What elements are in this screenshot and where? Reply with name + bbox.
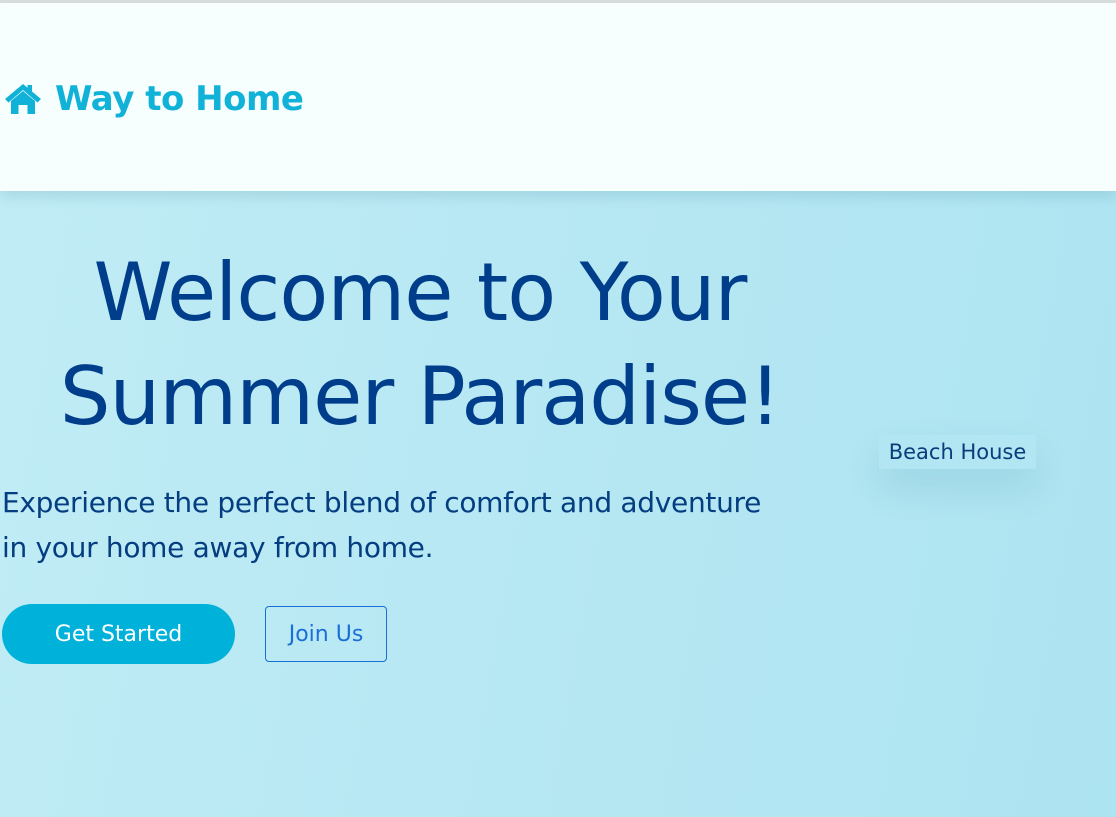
beach-house-label: Beach House	[879, 435, 1036, 469]
hero-title-line-2: Summer Paradise!	[59, 350, 781, 443]
site-header: Way to Home	[0, 3, 1116, 191]
hero-title-line-1: Welcome to Your	[93, 246, 748, 339]
join-us-button[interactable]: Join Us	[265, 606, 387, 662]
hero-subtitle-line-2: in your home away from home.	[2, 531, 434, 564]
hero-subtitle-line-1: Experience the perfect blend of comfort …	[2, 486, 762, 519]
home-icon	[3, 81, 43, 117]
hero-title: Welcome to Your Summer Paradise!	[0, 241, 840, 449]
brand-logo-link[interactable]: Way to Home	[3, 79, 304, 119]
get-started-button[interactable]: Get Started	[2, 604, 235, 664]
brand-name: Way to Home	[55, 79, 304, 119]
hero-section: Welcome to Your Summer Paradise! Experie…	[0, 191, 1116, 817]
hero-subtitle: Experience the perfect blend of comfort …	[2, 480, 852, 570]
